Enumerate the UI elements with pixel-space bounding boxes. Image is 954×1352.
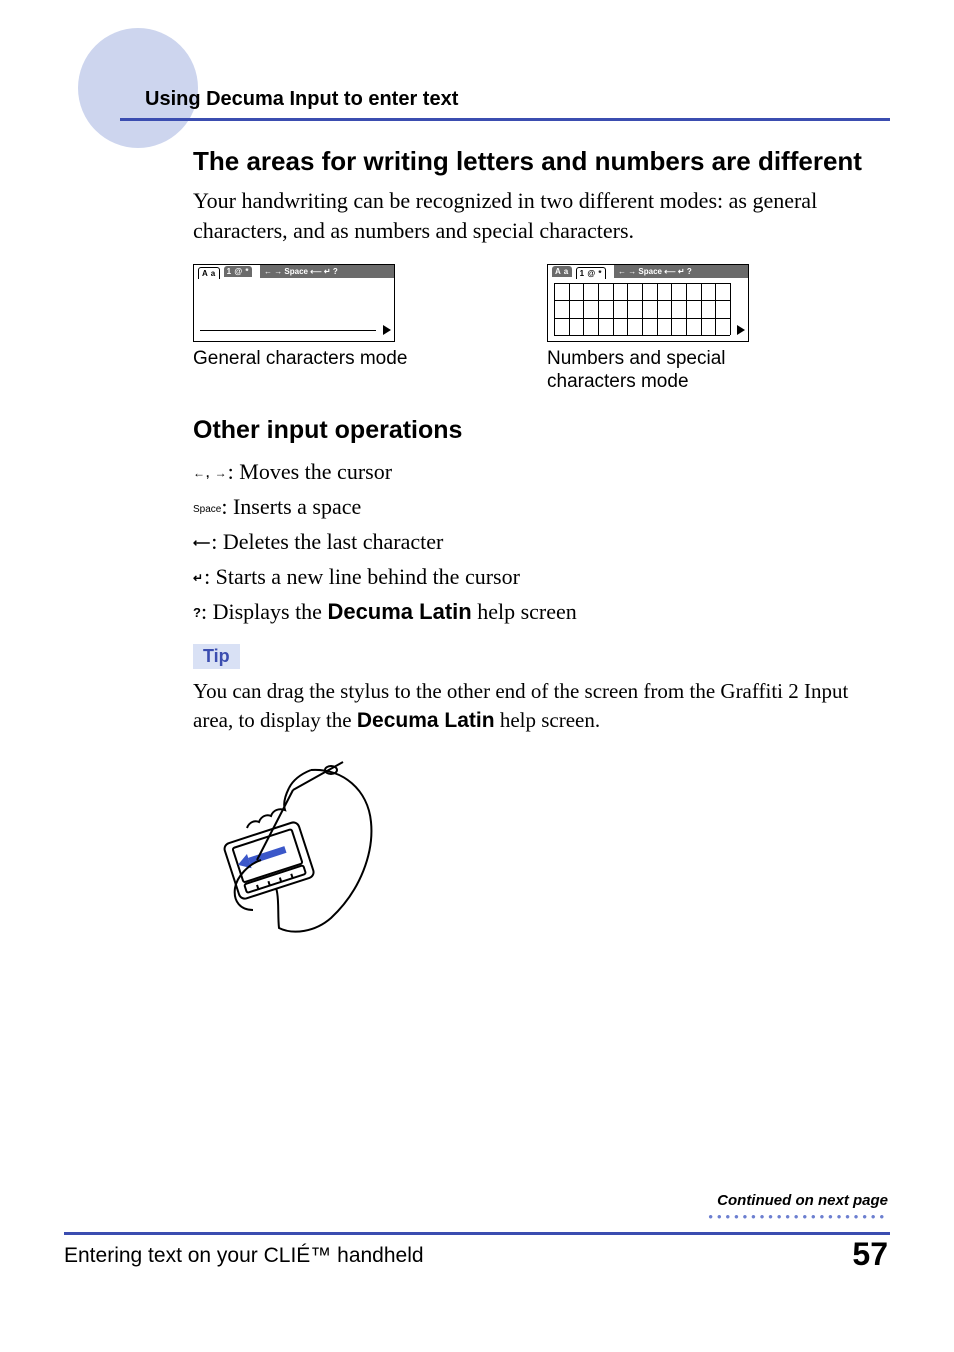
tip-text-post: help screen.: [495, 708, 601, 732]
op-text: : Starts a new line behind the cursor: [204, 564, 520, 589]
continued-text: Continued on next page: [708, 1192, 888, 1209]
intro-text: Your handwriting can be recognized in tw…: [193, 186, 893, 247]
toolbar-label: ← → Space ⟵ ↵ ?: [264, 267, 338, 276]
general-toolbar: A a 1 @ * ← → Space ⟵ ↵ ?: [194, 265, 394, 278]
mode-general: A a 1 @ * ← → Space ⟵ ↵ ? General charac…: [193, 264, 493, 394]
toolbar-buttons: ← → Space ⟵ ↵ ?: [260, 265, 394, 278]
operations-list: ←, →: Moves the cursor Space: Inserts a …: [193, 455, 893, 628]
numbers-panel: A a 1 @ * ← → Space ⟵ ↵ ?: [547, 264, 749, 342]
backspace-icon: ⟵: [193, 536, 211, 550]
heading-other-ops: Other input operations: [193, 416, 893, 445]
tip-badge: Tip: [193, 644, 240, 669]
baseline: [200, 330, 376, 331]
op-newline: ↵: Starts a new line behind the cursor: [193, 560, 893, 593]
op-help: ?: Displays the Decuma Latin help screen: [193, 595, 893, 628]
heading-areas: The areas for writing letters and number…: [193, 145, 893, 178]
return-icon: ↵: [193, 571, 204, 585]
op-text: : Inserts a space: [221, 494, 361, 519]
section-header: Using Decuma Input to enter text: [145, 88, 458, 111]
numbers-caption: Numbers and special characters mode: [547, 348, 767, 394]
tip-text: You can drag the stylus to the other end…: [193, 677, 893, 736]
op-space: Space: Inserts a space: [193, 490, 893, 523]
op-text-pre: : Displays the: [201, 599, 328, 624]
question-icon: ?: [193, 605, 201, 620]
tab-num: 1 @ *: [576, 267, 606, 279]
next-arrow-icon: [383, 325, 391, 335]
decuma-latin-bold: Decuma Latin: [357, 709, 495, 732]
op-text-post: help screen: [472, 599, 577, 624]
footer-chapter: Entering text on your CLIÉ™ handheld: [64, 1244, 424, 1268]
tab-num: 1 @ *: [224, 266, 252, 277]
mode-numbers: A a 1 @ * ← → Space ⟵ ↵ ?: [547, 264, 847, 394]
stylus-drag-illustration: [193, 760, 893, 945]
writing-grid: [554, 283, 730, 335]
dot-row-icon: •••••••••••••••••••••: [708, 1213, 888, 1221]
page-number: 57: [852, 1236, 888, 1273]
decuma-latin-bold: Decuma Latin: [327, 599, 471, 624]
tab-aa: A a: [198, 267, 220, 279]
writing-area: [200, 283, 376, 335]
next-arrow-icon: [737, 325, 745, 335]
arrow-left-right-icon: ←, →: [193, 466, 228, 480]
general-panel: A a 1 @ * ← → Space ⟵ ↵ ?: [193, 264, 395, 342]
footer-rule: [64, 1232, 890, 1235]
footer-continued: Continued on next page •••••••••••••••••…: [708, 1192, 888, 1221]
header-rule: [120, 118, 890, 121]
toolbar-buttons: ← → Space ⟵ ↵ ?: [614, 265, 748, 278]
modes-row: A a 1 @ * ← → Space ⟵ ↵ ? General charac…: [193, 264, 893, 394]
op-move-cursor: ←, →: Moves the cursor: [193, 455, 893, 488]
op-text: : Moves the cursor: [228, 459, 392, 484]
op-delete: ⟵: Deletes the last character: [193, 525, 893, 558]
space-icon: Space: [193, 504, 221, 515]
op-text: : Deletes the last character: [211, 529, 443, 554]
tab-aa: A a: [552, 266, 572, 277]
general-caption: General characters mode: [193, 348, 493, 371]
toolbar-label: ← → Space ⟵ ↵ ?: [618, 267, 692, 276]
numbers-toolbar: A a 1 @ * ← → Space ⟵ ↵ ?: [548, 265, 748, 278]
